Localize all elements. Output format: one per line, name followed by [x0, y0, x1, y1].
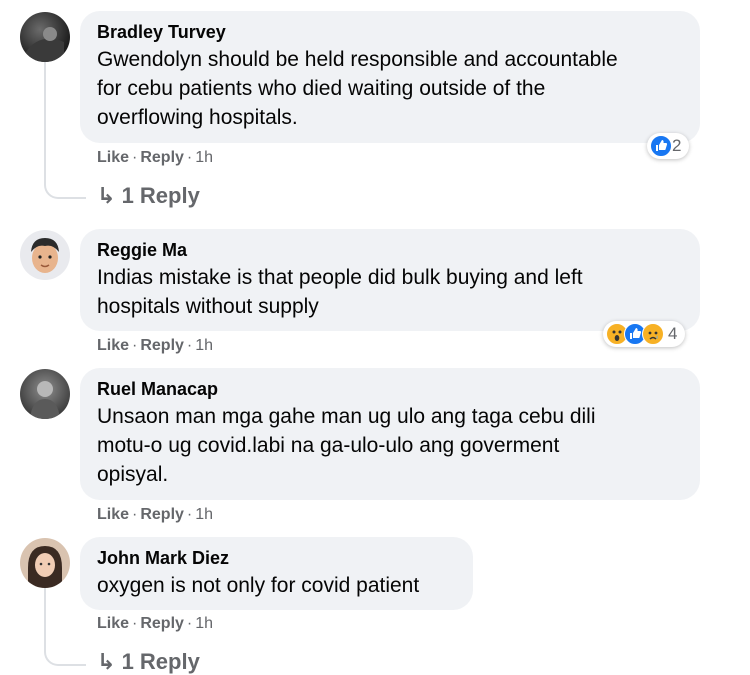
- comment-time: 1h: [195, 615, 214, 632]
- comment-actions: Like · Reply · 1h: [97, 615, 214, 632]
- avatar[interactable]: [20, 230, 70, 280]
- view-replies-link[interactable]: ↳ 1 Reply: [97, 183, 200, 209]
- comment-time: 1h: [195, 149, 214, 166]
- comment-author[interactable]: Ruel Manacap: [97, 378, 682, 400]
- replies-count: 1 Reply: [121, 183, 200, 208]
- reaction-count: 4: [668, 324, 678, 343]
- reply-arrow-icon: ↳: [97, 649, 116, 674]
- avatar-photo: [30, 381, 60, 419]
- comment-line: Gwendolyn should be held responsible and…: [97, 48, 618, 71]
- comment-text: oxygen is not only for covid patient: [97, 571, 455, 600]
- reply-button[interactable]: Reply: [140, 615, 184, 632]
- comment-text: Unsaon man mga gahe man ug ulo ang taga …: [97, 402, 682, 489]
- comment-bubble: John Mark Diez oxygen is not only for co…: [80, 537, 473, 610]
- comment-line: overflowing hospitals.: [97, 106, 298, 129]
- comment-bubble: Reggie Ma Indias mistake is that people …: [80, 229, 700, 331]
- comment-line: motu-o ug covid.labi na ga-ulo-ulo ang g…: [97, 434, 560, 457]
- reaction-count: 2: [672, 136, 682, 155]
- comment-line: Indias mistake is that people did bulk b…: [97, 266, 583, 289]
- replies-count: 1 Reply: [121, 649, 200, 674]
- avatar[interactable]: [20, 12, 70, 62]
- avatar[interactable]: [20, 538, 70, 588]
- reply-button[interactable]: Reply: [140, 506, 184, 523]
- comment-text: Indias mistake is that people did bulk b…: [97, 263, 682, 321]
- avatar-photo: [31, 238, 59, 273]
- like-button[interactable]: Like: [97, 615, 129, 632]
- view-replies-link[interactable]: ↳ 1 Reply: [97, 649, 200, 675]
- comment-bubble: Bradley Turvey Gwendolyn should be held …: [80, 11, 700, 143]
- like-button[interactable]: Like: [97, 506, 129, 523]
- comment-line: opisyal.: [97, 463, 169, 486]
- comment-line: oxygen is not only for covid patient: [97, 574, 420, 597]
- comment-actions: Like · Reply · 1h: [97, 337, 214, 354]
- avatar-photo: [26, 27, 64, 62]
- thread-line: [44, 588, 86, 666]
- comment-time: 1h: [195, 337, 214, 354]
- comment-actions: Like · Reply · 1h: [97, 149, 214, 166]
- comment-line: Unsaon man mga gahe man ug ulo ang taga …: [97, 405, 596, 428]
- like-icon: [650, 135, 672, 157]
- reply-button[interactable]: Reply: [140, 149, 184, 166]
- sad-icon: [642, 323, 664, 345]
- reaction-summary[interactable]: 2: [647, 133, 690, 159]
- comment-line: hospitals without supply: [97, 295, 319, 318]
- comment-author[interactable]: Bradley Turvey: [97, 21, 682, 43]
- comment-line: for cebu patients who died waiting outsi…: [97, 77, 546, 100]
- like-button[interactable]: Like: [97, 337, 129, 354]
- comment-text: Gwendolyn should be held responsible and…: [97, 45, 682, 132]
- reply-arrow-icon: ↳: [97, 183, 116, 208]
- reaction-summary[interactable]: 4: [603, 321, 686, 347]
- comment-author[interactable]: Reggie Ma: [97, 239, 682, 261]
- comment-author[interactable]: John Mark Diez: [97, 547, 455, 569]
- comment-bubble: Ruel Manacap Unsaon man mga gahe man ug …: [80, 368, 700, 500]
- avatar-photo: [28, 546, 62, 588]
- comment-time: 1h: [195, 506, 214, 523]
- like-button[interactable]: Like: [97, 149, 129, 166]
- reply-button[interactable]: Reply: [140, 337, 184, 354]
- avatar[interactable]: [20, 369, 70, 419]
- comment-actions: Like · Reply · 1h: [97, 506, 214, 523]
